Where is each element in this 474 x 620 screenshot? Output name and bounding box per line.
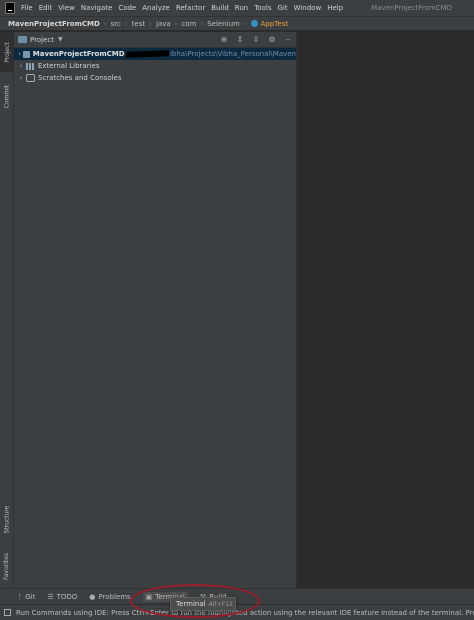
- breadcrumb-item-apptest[interactable]: AppTest: [261, 20, 288, 28]
- menu-file[interactable]: File: [21, 4, 33, 12]
- menu-analyze[interactable]: Analyze: [142, 4, 170, 12]
- crosshair-icon[interactable]: ⊕: [220, 35, 228, 44]
- breadcrumb-separator-icon: ›: [243, 19, 247, 28]
- menu-refactor[interactable]: Refactor: [176, 4, 205, 12]
- tree-item-label: Scratches and Consoles: [38, 74, 122, 82]
- tool-tab-favorites-label: Favorites: [3, 552, 11, 580]
- library-icon: [26, 62, 35, 70]
- tree-item-project-root[interactable]: › MavenProjectFromCMD ibha\Projects\Vibh…: [14, 48, 296, 60]
- chevron-right-icon[interactable]: ›: [16, 50, 23, 58]
- menu-git[interactable]: Git: [277, 4, 287, 12]
- tool-tab-commit[interactable]: Commit: [0, 76, 14, 116]
- git-branch-icon: ᚴ: [18, 592, 23, 601]
- tool-tab-problems-label: Problems: [98, 592, 131, 601]
- menu-code[interactable]: Code: [118, 4, 136, 12]
- scratches-icon: [26, 74, 35, 82]
- project-panel-title[interactable]: Project: [30, 36, 54, 44]
- menu-bar: File Edit View Navigate Code Analyze Ref…: [0, 0, 474, 16]
- module-folder-icon: [23, 50, 30, 58]
- tool-tab-favorites[interactable]: Favorites: [0, 546, 14, 586]
- collapse-all-icon[interactable]: ⇕: [236, 35, 244, 44]
- breadcrumb-separator-icon: ›: [200, 19, 204, 28]
- menu-tools[interactable]: Tools: [254, 4, 271, 12]
- menu-run[interactable]: Run: [235, 4, 248, 12]
- tool-tab-git-label: Git: [25, 592, 36, 601]
- breadcrumb-separator-icon: ›: [124, 19, 128, 28]
- tool-tab-project[interactable]: Project: [0, 32, 14, 72]
- tool-tab-todo-label: TODO: [56, 592, 78, 601]
- chevron-down-icon[interactable]: ▼: [58, 36, 63, 43]
- breadcrumb-separator-icon: ›: [103, 19, 107, 28]
- tool-tab-project-label: Project: [3, 41, 11, 63]
- menu-help[interactable]: Help: [327, 4, 343, 12]
- menu-build[interactable]: Build: [211, 4, 229, 12]
- breadcrumb-item-test[interactable]: test: [132, 20, 145, 28]
- tool-windows-toggle-icon[interactable]: [4, 609, 11, 616]
- project-folder-icon: [18, 36, 27, 43]
- chevron-right-icon[interactable]: ›: [16, 62, 26, 70]
- expand-all-icon[interactable]: ⇳: [252, 35, 260, 44]
- window-title: MavenProjectFromCMD: [371, 4, 452, 12]
- breadcrumb-item-src[interactable]: src: [111, 20, 121, 28]
- tool-tab-problems[interactable]: ● Problems: [89, 593, 130, 601]
- tree-item-external-libraries[interactable]: › External Libraries: [14, 60, 296, 72]
- breadcrumb-item-selenium[interactable]: Selenium: [207, 20, 240, 28]
- tool-tab-structure-label: Structure: [3, 505, 11, 533]
- menu-window[interactable]: Window: [294, 4, 322, 12]
- project-panel-toolbar: ⊕ ⇕ ⇳ ⚙ –: [212, 35, 296, 44]
- breadcrumb-separator-icon: ›: [174, 19, 178, 28]
- project-panel: Project ▼ ⊕ ⇕ ⇳ ⚙ – › MavenProjectFromCM…: [14, 32, 296, 588]
- tree-item-scratches[interactable]: › Scratches and Consoles: [14, 72, 296, 84]
- tree-item-label: External Libraries: [38, 62, 100, 70]
- annotation-ellipse: [130, 584, 260, 618]
- editor-area[interactable]: [296, 32, 474, 588]
- breadcrumb-item-java[interactable]: java: [156, 20, 171, 28]
- tree-item-label: MavenProjectFromCMD: [32, 50, 125, 58]
- menu-navigate[interactable]: Navigate: [81, 4, 112, 12]
- chevron-right-icon[interactable]: ›: [16, 74, 26, 82]
- list-icon: ☰: [47, 592, 54, 601]
- breadcrumb: MavenProjectFromCMD › src › test › java …: [0, 16, 474, 31]
- redaction-mark: [125, 50, 170, 58]
- gear-icon[interactable]: ⚙: [268, 35, 276, 44]
- intellij-logo-icon: [5, 2, 15, 14]
- menu-edit[interactable]: Edit: [39, 4, 53, 12]
- left-tool-strip: Project Commit Structure Favorites: [0, 32, 14, 588]
- tree-item-path: ibha\Projects\Vibha_Personal\Maven: [169, 50, 296, 58]
- tool-tab-todo[interactable]: ☰ TODO: [47, 593, 77, 601]
- tool-tab-structure[interactable]: Structure: [0, 494, 14, 544]
- tool-tab-git[interactable]: ᚴ Git: [18, 593, 35, 601]
- project-panel-header: Project ▼ ⊕ ⇕ ⇳ ⚙ –: [14, 32, 296, 48]
- tool-tab-commit-label: Commit: [3, 84, 11, 108]
- breadcrumb-item-project[interactable]: MavenProjectFromCMD: [8, 20, 100, 28]
- hide-icon[interactable]: –: [284, 35, 292, 44]
- java-class-icon: [250, 20, 258, 27]
- problems-icon: ●: [89, 592, 96, 601]
- breadcrumb-separator-icon: ›: [149, 19, 152, 28]
- menu-view[interactable]: View: [58, 4, 75, 12]
- breadcrumb-item-com[interactable]: com: [181, 20, 196, 28]
